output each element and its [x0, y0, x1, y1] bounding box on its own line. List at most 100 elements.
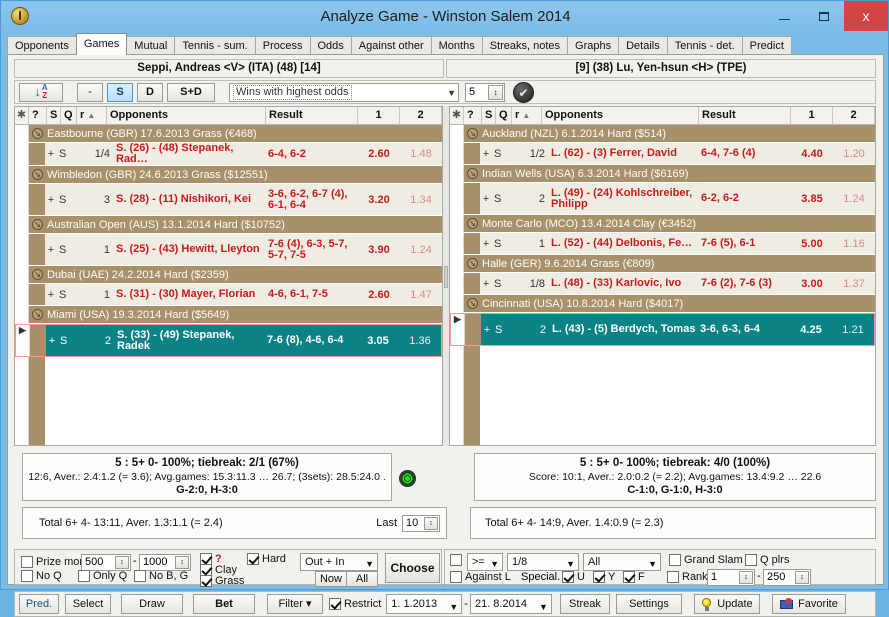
- round-select[interactable]: 1/8 ▼: [507, 553, 579, 571]
- tab-mutual[interactable]: Mutual: [126, 36, 176, 55]
- tournament-row[interactable]: ↘ Cincinnati (USA) 10.8.2014 Hard ($4017): [450, 295, 875, 313]
- tab-tennis-sum[interactable]: Tennis - sum.: [174, 36, 256, 55]
- tournament-row[interactable]: ↘ Australian Open (AUS) 13.1.2014 Hard ($…: [15, 216, 442, 234]
- rank-from-input[interactable]: 1 ↕: [707, 569, 755, 586]
- no-bg-checkbox[interactable]: No B, G: [134, 570, 188, 582]
- match-row[interactable]: + S 2 L. (49) - (24) Kohlschreiber, Philipp…: [450, 183, 875, 215]
- select-button[interactable]: Select: [65, 594, 111, 614]
- tab-details[interactable]: Details: [618, 36, 668, 55]
- filter-singles-button[interactable]: S: [107, 82, 133, 102]
- last-spinner[interactable]: 10 ↕: [402, 514, 440, 532]
- spinner-arrows-icon[interactable]: ↕: [175, 556, 189, 569]
- expand-collapse-icon[interactable]: ↘: [32, 309, 43, 320]
- expand-collapse-icon[interactable]: ↘: [32, 169, 43, 180]
- tournament-row[interactable]: ↘ Halle (GER) 9.6.2014 Grass (€809): [450, 255, 875, 273]
- match-row[interactable]: + S 1 S. (31) - (30) Mayer, Florian 4-6, 6-1…: [15, 284, 442, 306]
- out-in-select[interactable]: Out + In ▼: [300, 553, 378, 571]
- col-s[interactable]: S: [47, 107, 61, 124]
- now-button[interactable]: Now: [315, 571, 347, 587]
- tab-opponents[interactable]: Opponents: [7, 36, 77, 55]
- rank-to-input[interactable]: 250 ↕: [763, 569, 811, 586]
- match-row[interactable]: ▶ + S 2 S. (33) - (49) Stepanek, Radek 7-6 (8…: [15, 324, 442, 357]
- match-row[interactable]: + S 1/8 L. (48) - (33) Karlovic, Ivo 7-6 (2)…: [450, 273, 875, 295]
- f-checkbox[interactable]: F: [623, 571, 645, 583]
- pred-button[interactable]: Pred.: [19, 594, 59, 614]
- against-l-checkbox[interactable]: Against L: [450, 571, 511, 583]
- date-from-select[interactable]: 1. 1.2013 ▼: [386, 594, 463, 614]
- tournament-row[interactable]: ↘ Monte Carlo (MCO) 13.4.2014 Clay (€3452…: [450, 215, 875, 233]
- sort-az-button[interactable]: ↓ A Z: [19, 82, 63, 102]
- tab-graphs[interactable]: Graphs: [567, 36, 620, 55]
- tournament-row[interactable]: ↘ Miami (USA) 19.3.2014 Hard ($5649): [15, 306, 442, 324]
- comparison-select[interactable]: >= ▼: [467, 553, 503, 571]
- col-r[interactable]: r ▲: [512, 107, 542, 124]
- spinner-arrows-icon[interactable]: ↕: [739, 571, 753, 584]
- only-q-checkbox[interactable]: Only Q: [78, 570, 127, 582]
- grass-checkbox[interactable]: Grass: [200, 575, 244, 587]
- col-q[interactable]: Q: [61, 107, 77, 124]
- tab-predict[interactable]: Predict: [741, 36, 792, 55]
- maximize-button[interactable]: [804, 1, 844, 31]
- col-opponents[interactable]: Opponents: [107, 107, 266, 124]
- tournament-row[interactable]: ↘ Wimbledon (GBR) 24.6.2013 Grass ($12551…: [15, 166, 442, 184]
- choose-button[interactable]: Choose: [385, 553, 440, 583]
- hard-checkbox[interactable]: Hard: [247, 553, 286, 565]
- match-row[interactable]: + S 1/4 S. (26) - (48) Stepanek, Rad… 6-4, 6…: [15, 143, 442, 166]
- filter-button[interactable]: Filter ▾: [267, 594, 323, 614]
- tab-against-other[interactable]: Against other: [350, 36, 432, 55]
- col-odds1[interactable]: 1: [791, 107, 833, 124]
- match-row[interactable]: + S 1 S. (25) - (43) Hewitt, Lleyton 7-6 (4)…: [15, 234, 442, 266]
- tournament-row[interactable]: ↘ Auckland (NZL) 6.1.2014 Hard ($514): [450, 125, 875, 143]
- grand-slam-checkbox[interactable]: Grand Slam: [669, 554, 743, 566]
- expand-collapse-icon[interactable]: ↘: [467, 258, 478, 269]
- prize-from-input[interactable]: 500 ↕: [81, 554, 131, 571]
- tab-games[interactable]: Games: [75, 33, 128, 55]
- tab-process[interactable]: Process: [254, 36, 311, 55]
- expand-collapse-icon[interactable]: ↘: [467, 128, 478, 139]
- spinner-arrows-icon[interactable]: ↕: [795, 571, 809, 584]
- category-select[interactable]: All ▼: [583, 553, 661, 571]
- col-asterisk[interactable]: ✱: [450, 107, 464, 124]
- match-row[interactable]: + S 1/2 L. (62) - (3) Ferrer, David 6-4, 7-6…: [450, 143, 875, 165]
- u-checkbox[interactable]: U: [562, 571, 585, 583]
- col-question[interactable]: ?: [464, 107, 482, 124]
- tournament-row[interactable]: ↘ Eastbourne (GBR) 17.6.2013 Grass (€468): [15, 125, 442, 143]
- all-button[interactable]: All: [347, 571, 378, 587]
- match-row[interactable]: + S 3 S. (28) - (11) Nishikori, Kei 3-6, 6-2…: [15, 184, 442, 216]
- restrict-checkbox[interactable]: Restrict: [329, 598, 381, 610]
- tournament-row[interactable]: ↘ Dubai (UAE) 24.2.2014 Hard ($2359): [15, 266, 442, 284]
- filter-none-button[interactable]: -: [77, 82, 103, 102]
- update-button[interactable]: Update: [693, 594, 760, 614]
- streak-button[interactable]: Streak: [559, 594, 610, 614]
- date-to-select[interactable]: 21. 8.2014 ▼: [469, 594, 552, 614]
- match-row[interactable]: + S 1 L. (52) - (44) Delbonis, Fe… 7-6 (5), …: [450, 233, 875, 255]
- rank-checkbox[interactable]: Rank.: [667, 571, 711, 583]
- expand-collapse-icon[interactable]: ↘: [467, 218, 478, 229]
- favorite-button[interactable]: Favorite: [771, 594, 846, 614]
- filter-singles-doubles-button[interactable]: S+D: [167, 82, 215, 102]
- spinner-arrows-icon[interactable]: ↕: [424, 516, 438, 530]
- col-r[interactable]: r ▲: [77, 107, 107, 124]
- tab-months[interactable]: Months: [430, 36, 483, 55]
- expand-collapse-icon[interactable]: ↘: [32, 269, 43, 280]
- tab-tennis-det[interactable]: Tennis - det.: [666, 36, 743, 55]
- radar-indicator-icon[interactable]: [399, 470, 416, 487]
- col-odds1[interactable]: 1: [358, 107, 400, 124]
- tab-odds[interactable]: Odds: [309, 36, 352, 55]
- settings-button[interactable]: Settings: [615, 594, 682, 614]
- close-button[interactable]: x: [844, 1, 888, 31]
- spinner-arrows-icon[interactable]: ↕: [115, 556, 129, 569]
- tab-streaks-notes[interactable]: Streaks, notes: [481, 36, 569, 55]
- spinner-arrows-icon[interactable]: ↕: [488, 84, 503, 100]
- no-q-checkbox[interactable]: No Q: [21, 570, 62, 582]
- draw-button[interactable]: Draw: [121, 594, 183, 614]
- col-odds2[interactable]: 2: [400, 107, 442, 124]
- expand-collapse-icon[interactable]: ↘: [467, 298, 478, 309]
- mode-select[interactable]: Wins with highest odds ▼: [229, 82, 459, 102]
- col-question[interactable]: ?: [29, 107, 47, 124]
- y-checkbox[interactable]: Y: [593, 571, 615, 583]
- bet-button[interactable]: Bet: [193, 594, 255, 614]
- cmp-checkbox[interactable]: [450, 554, 465, 566]
- expand-collapse-icon[interactable]: ↘: [467, 168, 478, 179]
- q-plrs-checkbox[interactable]: Q plrs: [745, 554, 789, 566]
